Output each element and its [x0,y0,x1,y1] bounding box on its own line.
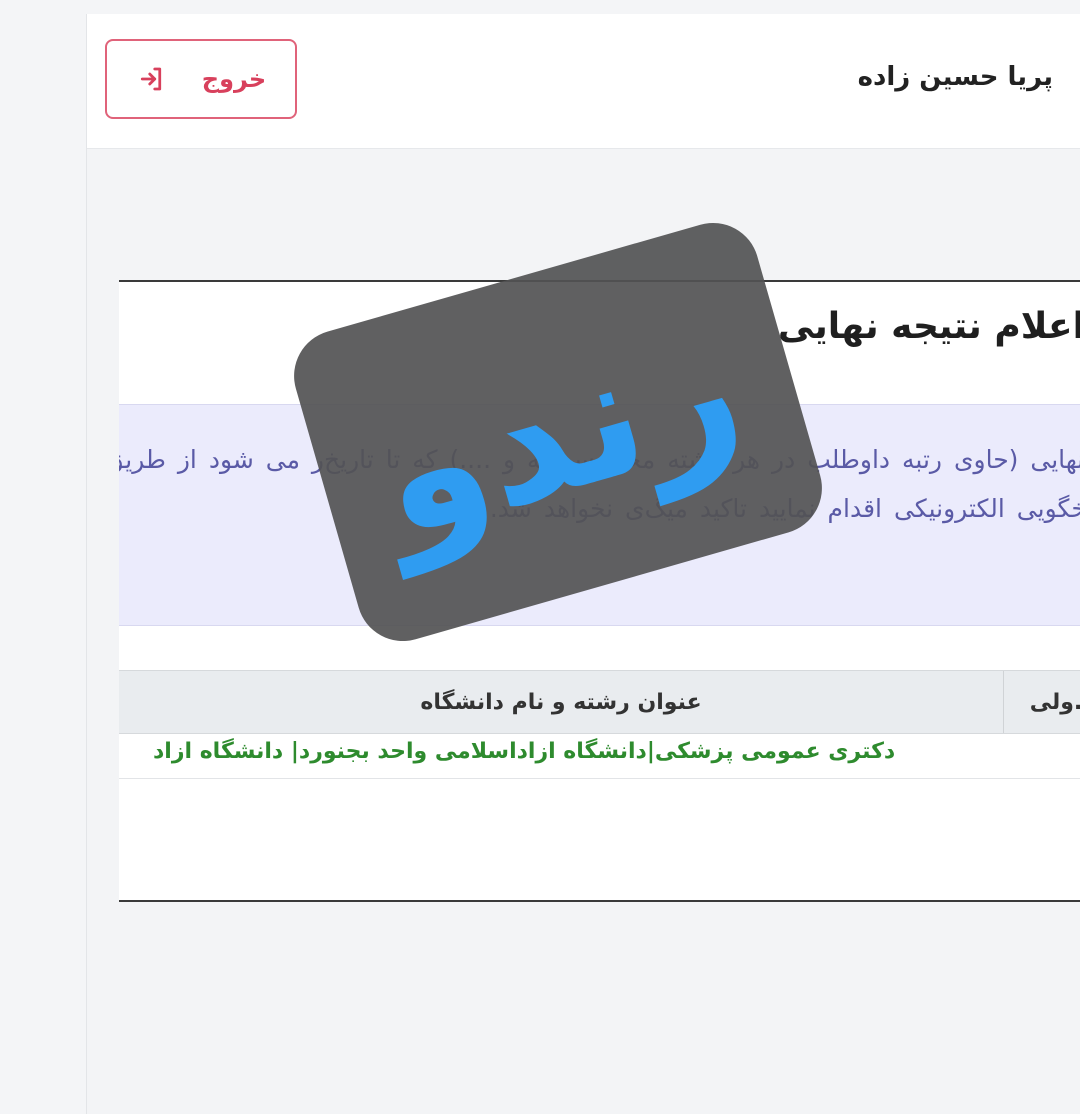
result-table: عنوان رشته و نام دانشگاه ...ولی دکتری عم… [119,670,1080,779]
table-row: دکتری عمومی پزشکی|دانشگاه ازاداسلامی واح… [119,733,1080,779]
watermark-text: رندو [354,286,761,578]
table-header: عنوان رشته و نام دانشگاه ...ولی [119,670,1080,734]
column-header-field-university: عنوان رشته و نام دانشگاه [119,671,1004,733]
cell-field-university: دکتری عمومی پزشکی|دانشگاه ازاداسلامی واح… [153,739,896,764]
logout-icon [136,64,166,94]
column-header-priority: ...ولی [1029,689,1080,715]
top-header: خروج پریا حسین زاده [87,14,1080,149]
page-title: اعلام نتیجه نهایی [777,306,1080,347]
logout-label: خروج [201,65,267,93]
logout-button[interactable]: خروج [105,39,297,119]
user-name: پریا حسین زاده [857,62,1053,92]
